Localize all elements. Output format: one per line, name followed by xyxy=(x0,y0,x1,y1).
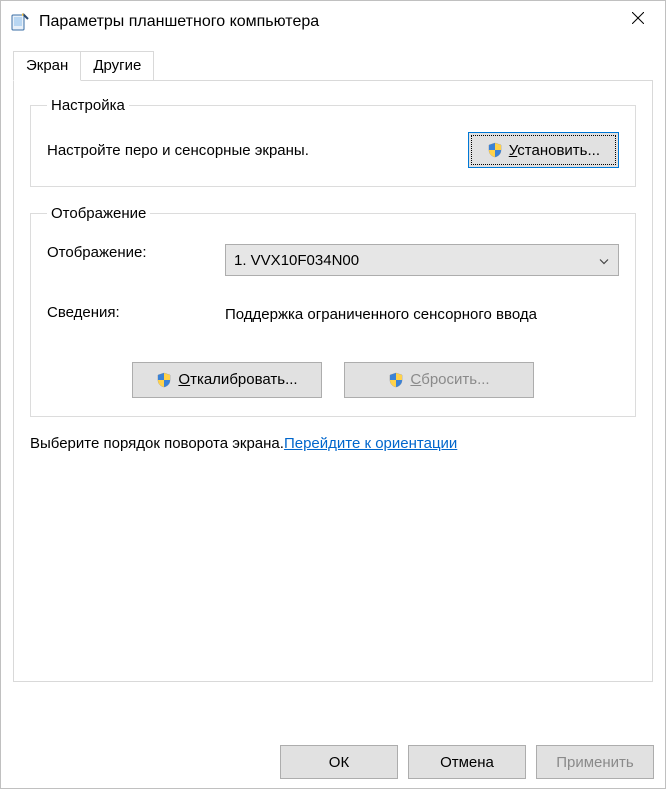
ok-button[interactable]: ОК xyxy=(280,745,398,779)
close-button[interactable] xyxy=(615,2,661,34)
tab-other[interactable]: Другие xyxy=(81,51,154,81)
group-display-legend: Отображение xyxy=(47,205,150,222)
apply-button: Применить xyxy=(536,745,654,779)
orientation-text: Выберите порядок поворота экрана. xyxy=(30,435,284,452)
setup-text: Настройте перо и сенсорные экраны. xyxy=(47,142,452,159)
cancel-button[interactable]: Отмена xyxy=(408,745,526,779)
orientation-line: Выберите порядок поворота экрана.Перейди… xyxy=(30,435,636,452)
calibrate-button[interactable]: Откалибровать... xyxy=(132,362,322,398)
display-label: Отображение: xyxy=(47,244,217,261)
group-display: Отображение Отображение: 1. VVX10F034N00… xyxy=(30,205,636,417)
titlebar: Параметры планшетного компьютера xyxy=(1,1,665,43)
display-select[interactable]: 1. VVX10F034N00 xyxy=(225,244,619,276)
shield-icon xyxy=(156,372,172,388)
reset-button-label: Сбросить... xyxy=(410,371,489,388)
info-label: Сведения: xyxy=(47,304,217,321)
group-setup: Настройка Настройте перо и сенсорные экр… xyxy=(30,97,636,187)
shield-icon xyxy=(388,372,404,388)
reset-button: Сбросить... xyxy=(344,362,534,398)
dialog-footer: ОК Отмена Применить xyxy=(280,745,654,779)
tab-panel-screen: Настройка Настройте перо и сенсорные экр… xyxy=(13,80,653,682)
info-value: Поддержка ограниченного сенсорного ввода xyxy=(225,304,619,326)
setup-button[interactable]: Установить... xyxy=(468,132,619,168)
app-icon xyxy=(9,11,31,33)
shield-icon xyxy=(487,142,503,158)
orientation-link[interactable]: Перейдите к ориентации xyxy=(284,435,457,452)
tab-screen[interactable]: Экран xyxy=(13,51,81,81)
calibrate-button-label: Откалибровать... xyxy=(178,371,297,388)
window-title: Параметры планшетного компьютера xyxy=(39,13,319,31)
tab-strip: Экран Другие xyxy=(13,51,653,81)
setup-button-label: Установить... xyxy=(509,142,600,159)
group-setup-legend: Настройка xyxy=(47,97,129,114)
display-select-wrap: 1. VVX10F034N00 xyxy=(225,244,619,276)
